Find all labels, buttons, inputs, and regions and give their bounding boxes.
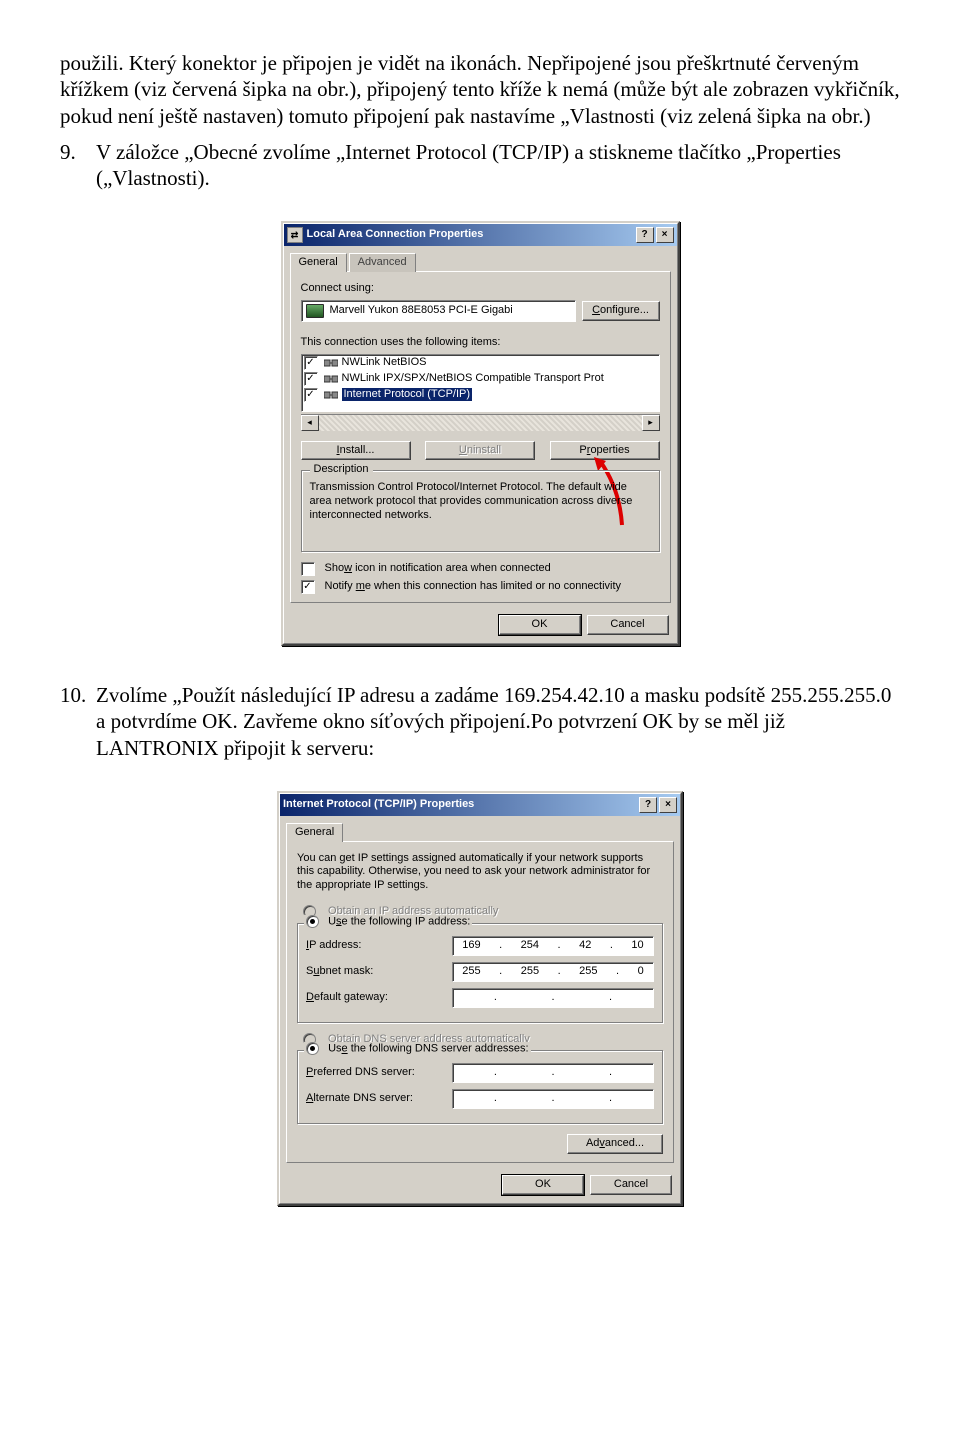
checkbox-icon[interactable]: ✓: [304, 356, 318, 370]
window-icon: ⇄: [287, 227, 303, 243]
connect-using-label: Connect using:: [301, 282, 660, 296]
help-button[interactable]: ?: [639, 797, 657, 813]
alternate-dns-input[interactable]: ...: [452, 1089, 654, 1109]
nic-icon: [306, 304, 324, 318]
dialog-lan-properties: ⇄ Local Area Connection Properties ? × G…: [281, 221, 680, 646]
description-label: Description: [310, 463, 373, 477]
help-button[interactable]: ?: [636, 227, 654, 243]
preferred-dns-label: Preferred DNS server:: [306, 1066, 446, 1080]
checkbox-icon[interactable]: ✓: [304, 372, 318, 386]
subnet-mask-label: Subnet mask:: [306, 965, 446, 979]
tab-general[interactable]: General: [286, 823, 343, 842]
tab-general[interactable]: General: [290, 253, 347, 272]
close-button[interactable]: ×: [656, 227, 674, 243]
alternate-dns-label: Alternate DNS server:: [306, 1092, 446, 1106]
description-group: Description Transmission Control Protoco…: [301, 470, 660, 552]
configure-button[interactable]: Configure...: [582, 301, 660, 321]
intro-text: You can get IP settings assigned automat…: [297, 852, 663, 893]
protocol-icon: [324, 357, 338, 369]
properties-button[interactable]: Properties: [550, 441, 660, 461]
step-9-text: V záložce „Obecné zvolíme „Internet Prot…: [96, 139, 900, 192]
subnet-mask-input[interactable]: 255. 255. 255. 0: [452, 962, 654, 982]
ok-button[interactable]: OK: [499, 615, 581, 635]
ip-address-input[interactable]: 169. 254. 42. 10: [452, 936, 654, 956]
preferred-dns-input[interactable]: ...: [452, 1063, 654, 1083]
paragraph-intro: použili. Který konektor je připojen je v…: [60, 50, 900, 129]
scroll-right-icon[interactable]: ▸: [642, 415, 660, 431]
tab-advanced[interactable]: Advanced: [349, 253, 416, 272]
list-item[interactable]: ✓ NWLink IPX/SPX/NetBIOS Compatible Tran…: [302, 371, 659, 387]
show-icon-label: Show icon in notification area when conn…: [325, 562, 551, 576]
titlebar[interactable]: ⇄ Local Area Connection Properties ? ×: [284, 224, 677, 246]
ok-button[interactable]: OK: [502, 1175, 584, 1195]
use-ip-label: Use the following IP address:: [328, 915, 470, 927]
horizontal-scrollbar[interactable]: ◂ ▸: [301, 414, 660, 431]
ip-address-label: IP address:: [306, 939, 446, 953]
uses-items-label: This connection uses the following items…: [301, 336, 660, 350]
titlebar[interactable]: Internet Protocol (TCP/IP) Properties ? …: [280, 794, 680, 816]
default-gateway-input[interactable]: ...: [452, 988, 654, 1008]
install-button[interactable]: Install...: [301, 441, 411, 461]
list-item-selected[interactable]: ✓ Internet Protocol (TCP/IP): [302, 387, 659, 403]
radio-icon[interactable]: [306, 1042, 319, 1055]
list-item-label: NWLink IPX/SPX/NetBIOS Compatible Transp…: [342, 372, 604, 386]
dns-group: Use the following DNS server addresses: …: [297, 1050, 663, 1124]
window-title: Local Area Connection Properties: [307, 228, 484, 242]
list-item-label: NWLink NetBIOS: [342, 356, 427, 370]
dialog-tcpip-properties: Internet Protocol (TCP/IP) Properties ? …: [277, 791, 683, 1206]
step-10-text: Zvolíme „Použít následující IP adresu a …: [96, 682, 900, 761]
cancel-button[interactable]: Cancel: [590, 1175, 672, 1195]
use-dns-label: Use the following DNS server addresses:: [328, 1043, 529, 1055]
advanced-button[interactable]: Advanced...: [567, 1134, 663, 1154]
list-item[interactable]: ✓ NWLink NetBIOS: [302, 355, 659, 371]
checkbox-icon[interactable]: ✓: [301, 580, 315, 594]
components-listbox[interactable]: ✓ NWLink NetBIOS ✓ NWLink IPX/SPX/NetBIO…: [301, 354, 660, 412]
protocol-icon: [324, 373, 338, 385]
uninstall-button: Uninstall: [425, 441, 535, 461]
step-9-number: 9.: [60, 139, 96, 192]
default-gateway-label: Default gateway:: [306, 991, 446, 1005]
description-text: Transmission Control Protocol/Internet P…: [310, 481, 651, 522]
scroll-left-icon[interactable]: ◂: [301, 415, 319, 431]
window-title: Internet Protocol (TCP/IP) Properties: [283, 798, 474, 812]
checkbox-icon[interactable]: ✓: [304, 388, 318, 402]
checkbox-icon[interactable]: [301, 562, 315, 576]
list-item-label: Internet Protocol (TCP/IP): [342, 388, 473, 402]
radio-icon[interactable]: [306, 915, 319, 928]
notify-label: Notify me when this connection has limit…: [325, 580, 622, 594]
close-button[interactable]: ×: [659, 797, 677, 813]
ip-group: Use the following IP address: IP address…: [297, 923, 663, 1023]
nic-name: Marvell Yukon 88E8053 PCI-E Gigabi: [330, 304, 513, 318]
protocol-icon: [324, 389, 338, 401]
cancel-button[interactable]: Cancel: [587, 615, 669, 635]
step-10-number: 10.: [60, 682, 96, 761]
